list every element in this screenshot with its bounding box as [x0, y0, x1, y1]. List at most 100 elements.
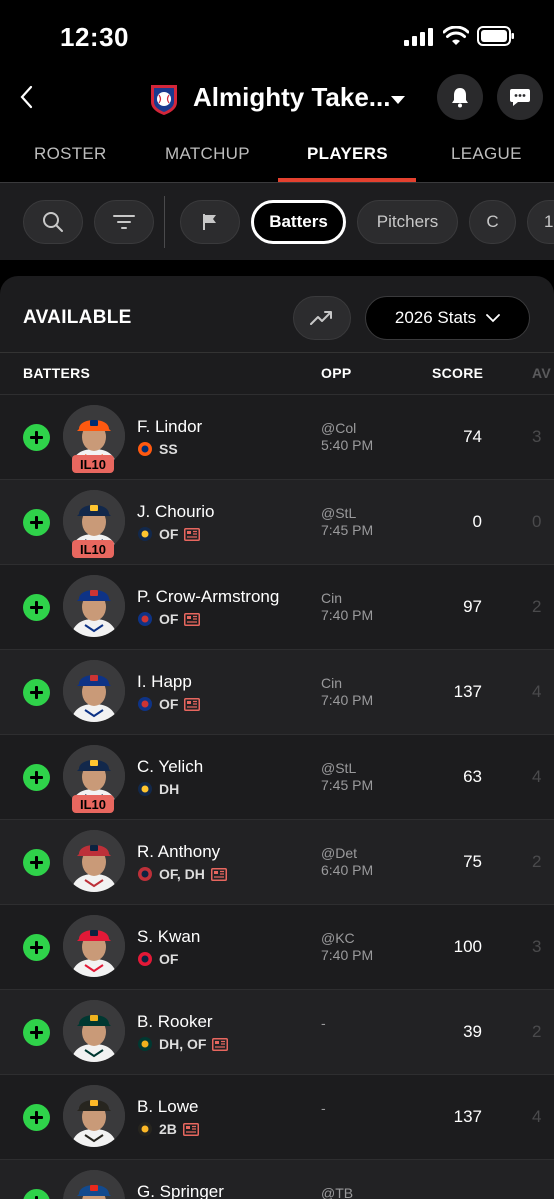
opponent: @TB: [321, 1185, 354, 1199]
player-info: OF, DH: [137, 865, 227, 883]
game-time: 6:40 PM: [321, 862, 374, 878]
player-avg: 2: [532, 852, 542, 871]
news-icon[interactable]: [212, 1037, 229, 1051]
player-info: 2B: [137, 1120, 199, 1138]
chip-catcher[interactable]: C: [469, 200, 516, 244]
tab-roster[interactable]: ROSTER: [34, 144, 107, 164]
player-avg: 3: [532, 427, 542, 446]
team-name[interactable]: Almighty Take...: [193, 82, 390, 113]
filter-divider: [164, 196, 165, 248]
player-name[interactable]: C. Yelich: [137, 757, 203, 777]
search-button[interactable]: [23, 200, 83, 244]
pirates-logo-icon: [138, 1122, 152, 1136]
player-row[interactable]: IL10 F. Lindor SS @Col 5:40 PM 74 3: [0, 394, 554, 479]
player-row[interactable]: I. Happ OF Cin 7:40 PM 137 4: [0, 649, 554, 734]
player-headshot[interactable]: [63, 915, 125, 977]
sort-button[interactable]: [94, 200, 154, 244]
status-bar: 12:30: [0, 0, 554, 70]
game-time: 7:40 PM: [321, 692, 374, 708]
col-score[interactable]: SCORE: [432, 365, 483, 381]
add-player-button[interactable]: [23, 764, 50, 791]
header-divider: [0, 352, 554, 353]
add-player-button[interactable]: [23, 849, 50, 876]
opponent: Cin: [321, 590, 343, 606]
player-row[interactable]: R. Anthony OF, DH @Det 6:40 PM 75 2: [0, 819, 554, 904]
col-avg[interactable]: AV: [532, 365, 551, 381]
news-icon[interactable]: [184, 612, 201, 626]
add-player-button[interactable]: [23, 1189, 50, 1199]
brewers-logo-icon: [138, 782, 152, 796]
wifi-icon: [443, 26, 469, 45]
player-row[interactable]: B. Lowe 2B - 137 4: [0, 1074, 554, 1159]
stats-period-select[interactable]: 2026 Stats: [365, 296, 530, 340]
player-avg: 4: [532, 1107, 542, 1126]
tab-matchup[interactable]: MATCHUP: [165, 144, 250, 164]
player-name[interactable]: B. Rooker: [137, 1012, 213, 1032]
add-player-button[interactable]: [23, 1019, 50, 1046]
player-headshot[interactable]: [63, 660, 125, 722]
player-row[interactable]: G. Springer @TB: [0, 1159, 554, 1199]
opponent: @StL: [321, 505, 357, 521]
chevron-down-icon[interactable]: [389, 94, 407, 106]
news-icon[interactable]: [184, 527, 201, 541]
col-batters[interactable]: BATTERS: [23, 365, 90, 381]
player-row[interactable]: P. Crow-Armstrong OF Cin 7:40 PM 97 2: [0, 564, 554, 649]
player-headshot[interactable]: [63, 1000, 125, 1062]
player-name[interactable]: I. Happ: [137, 672, 192, 692]
back-button[interactable]: [10, 80, 44, 114]
player-row[interactable]: B. Rooker DH, OF - 39 2: [0, 989, 554, 1074]
chip-pitchers[interactable]: Pitchers: [357, 200, 458, 244]
player-name[interactable]: S. Kwan: [137, 927, 200, 947]
chip-first-base[interactable]: 1: [527, 200, 554, 244]
player-row[interactable]: IL10 C. Yelich DH @StL 7:45 PM 63 4: [0, 734, 554, 819]
player-headshot[interactable]: [63, 830, 125, 892]
col-opp[interactable]: OPP: [321, 365, 351, 381]
add-player-button[interactable]: [23, 934, 50, 961]
player-name[interactable]: F. Lindor: [137, 417, 202, 437]
messages-button[interactable]: [497, 74, 543, 120]
trending-up-icon: [310, 311, 332, 325]
flag-filter-button[interactable]: [180, 200, 240, 244]
tab-players[interactable]: PLAYERS: [307, 144, 388, 164]
notifications-button[interactable]: [437, 74, 483, 120]
add-player-button[interactable]: [23, 594, 50, 621]
player-name[interactable]: P. Crow-Armstrong: [137, 587, 279, 607]
injury-badge: IL10: [72, 455, 114, 473]
player-score: 63: [463, 767, 482, 786]
player-headshot[interactable]: [63, 1170, 125, 1199]
add-player-button[interactable]: [23, 509, 50, 536]
player-score: 75: [463, 852, 482, 871]
cubs-logo-icon: [138, 697, 152, 711]
player-row[interactable]: IL10 J. Chourio OF @StL 7:45 PM 0 0: [0, 479, 554, 564]
add-player-button[interactable]: [23, 679, 50, 706]
tab-league[interactable]: LEAGUE: [451, 144, 522, 164]
player-name[interactable]: G. Springer: [137, 1182, 224, 1199]
player-headshot[interactable]: [63, 1085, 125, 1147]
news-icon[interactable]: [210, 867, 227, 881]
flag-icon: [203, 214, 216, 230]
chip-batters[interactable]: Batters: [251, 200, 346, 244]
player-row[interactable]: S. Kwan OF @KC 7:40 PM 100 3: [0, 904, 554, 989]
news-icon[interactable]: [182, 1122, 199, 1136]
red-sox-logo-icon: [138, 867, 152, 881]
player-headshot-icon: [63, 915, 125, 977]
player-avg: 0: [532, 512, 542, 531]
injury-badge: IL10: [72, 795, 114, 813]
player-info: OF: [137, 610, 201, 628]
opponent: @KC: [321, 930, 355, 946]
player-headshot-icon: [63, 1085, 125, 1147]
player-headshot[interactable]: [63, 575, 125, 637]
team-logo-icon: [151, 85, 177, 115]
player-name[interactable]: R. Anthony: [137, 842, 220, 862]
player-info: OF: [137, 525, 201, 543]
player-name[interactable]: B. Lowe: [137, 1097, 198, 1117]
player-name[interactable]: J. Chourio: [137, 502, 214, 522]
main-tabs: ROSTER MATCHUP PLAYERS LEAGUE: [0, 132, 554, 182]
player-position: DH, OF: [159, 1036, 207, 1052]
add-player-button[interactable]: [23, 424, 50, 451]
game-time: 7:40 PM: [321, 607, 374, 623]
news-icon[interactable]: [184, 697, 201, 711]
chevron-left-icon: [20, 85, 33, 109]
add-player-button[interactable]: [23, 1104, 50, 1131]
trending-button[interactable]: [293, 296, 351, 340]
